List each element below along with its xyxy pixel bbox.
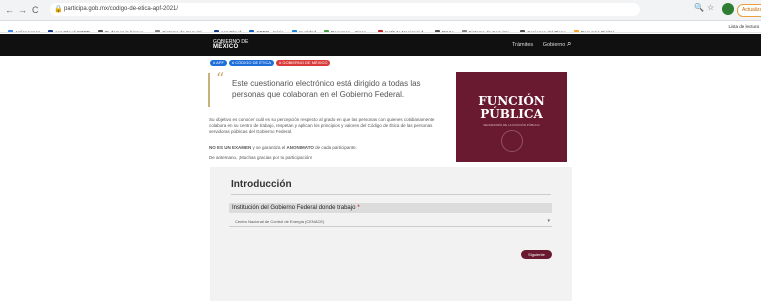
forward-button[interactable]: → <box>18 4 27 16</box>
update-button[interactable]: Actualizar <box>737 4 761 17</box>
star-icon[interactable]: ☆ <box>707 3 714 12</box>
bookmark-label: Igualdad <box>298 30 316 33</box>
next-button[interactable]: Siguiente <box>521 250 552 259</box>
zoom-icon[interactable]: 🔍 <box>694 3 704 12</box>
bookmark-item[interactable]: servCloud <box>214 27 242 33</box>
lock-icon: 🔒 <box>54 6 63 13</box>
chevron-down-icon: ▾ <box>547 218 550 224</box>
reload-button[interactable]: C <box>32 4 39 16</box>
banner-line2: PÚBLICA <box>480 107 543 121</box>
bookmark-favicon-icon <box>291 30 297 32</box>
bookmark-label: Instituto Nacional d... <box>384 30 427 33</box>
bookmark-favicon-icon <box>155 30 161 32</box>
notice-strong1: NO ES UN EXAMEN <box>209 145 252 150</box>
question-label: Institución del Gobierno Federal donde t… <box>232 204 360 212</box>
banner-line3: SECRETARÍA DE LA FUNCIÓN PÚBLICA <box>483 123 540 127</box>
bookmark-label: Te damos la bienve... <box>104 30 148 33</box>
bookmark-item[interactable]: Recursos – Cisco... <box>323 27 370 33</box>
intro-quote: “ Este cuestionario electrónico está dir… <box>208 69 446 107</box>
bookmark-favicon-icon <box>249 30 255 32</box>
question-text: Institución del Gobierno Federal donde t… <box>232 205 356 211</box>
address-url: participa.gob.mx/codigo-de-etica-apf-202… <box>64 6 179 12</box>
bookmark-label: servCloud <box>221 30 242 33</box>
bookmark-item[interactable]: Sistema de Seguimi... <box>461 27 513 33</box>
bookmark-label: CBPO - Inicio <box>256 30 284 33</box>
section-title: Introducción <box>231 179 292 190</box>
browser-toolbar: ← → C 🔒 participa.gob.mx/codigo-de-etica… <box>0 0 761 21</box>
institution-select[interactable]: Centro Nacional de Control de Energía (C… <box>229 217 552 227</box>
tag-apf[interactable]: # APF <box>210 60 227 66</box>
bookmark-item[interactable]: Igualdad <box>291 27 316 33</box>
notice-end: de cada participante. <box>313 145 357 150</box>
notice-mid: y se garantiza el <box>251 145 287 150</box>
select-value: Centro Nacional de Control de Energía (C… <box>235 219 325 224</box>
bookmark-favicon-icon <box>573 30 579 32</box>
tag-gobierno[interactable]: # GOBIERNO DE MÉXICO <box>276 60 331 66</box>
quote-text: Este cuestionario electrónico está dirig… <box>232 79 421 99</box>
required-mark: * <box>357 205 360 211</box>
bookmark-favicon-icon <box>377 30 383 32</box>
bookmark-label: Aplicaciones <box>15 30 41 33</box>
tag-codigo-etica[interactable]: # CÓDIGO DE ÉTICA <box>228 60 275 66</box>
logo-line2: MÉXICO <box>213 44 239 50</box>
nav-gobierno[interactable]: Gobierno <box>543 42 566 48</box>
bookmark-item[interactable]: Sesiones del Pleno <box>520 27 566 33</box>
nav-tramites[interactable]: Trámites <box>512 42 533 48</box>
back-button[interactable]: ← <box>5 4 14 16</box>
bookmark-favicon-icon <box>8 30 13 32</box>
reading-list-button[interactable]: Lista de lectura <box>724 21 759 32</box>
bookmark-favicon-icon <box>214 30 220 32</box>
bookmark-label: servCloud CORP <box>55 30 90 33</box>
site-header: GOBIERNO DE MÉXICO Trámites Gobierno ⌕ <box>0 34 761 56</box>
bookmark-item[interactable]: Denuncia Digital <box>573 27 614 33</box>
bookmark-label: Sistema de Seguimi... <box>468 30 513 33</box>
bookmark-item[interactable]: PAVH <box>434 27 454 33</box>
bookmark-label: PAVH <box>441 30 454 33</box>
bookmark-favicon-icon <box>434 30 440 32</box>
title-divider <box>231 194 551 195</box>
questionnaire-card: Introducción Institución del Gobierno Fe… <box>210 167 572 301</box>
bookmark-item[interactable]: Aplicaciones <box>8 27 41 33</box>
quote-icon: “ <box>216 69 225 88</box>
thanks-text: De antemano, ¡Muchas gracias por tu part… <box>209 155 313 160</box>
bookmark-item[interactable]: Sistema de Seguimi... <box>155 27 207 33</box>
bookmark-label: Recursos – Cisco... <box>330 30 370 33</box>
address-bar[interactable]: 🔒 participa.gob.mx/codigo-de-etica-apf-2… <box>50 3 640 16</box>
bookmark-item[interactable]: Te damos la bienve... <box>97 27 148 33</box>
search-icon[interactable]: ⌕ <box>567 39 571 49</box>
bookmark-favicon-icon <box>323 30 329 32</box>
bookmark-favicon-icon <box>48 30 54 32</box>
notice-strong2: ANONIMATO <box>286 145 314 150</box>
funcion-publica-banner: FUNCIÓN PÚBLICA SECRETARÍA DE LA FUNCIÓN… <box>456 72 567 162</box>
bookmark-item[interactable]: CBPO - Inicio <box>249 27 284 33</box>
bookmark-item[interactable]: servCloud CORP <box>48 27 90 33</box>
bookmark-label: Sistema de Seguimi... <box>162 30 207 33</box>
gobierno-logo[interactable]: GOBIERNO DE MÉXICO <box>213 40 248 51</box>
bookmark-label: Denuncia Digital <box>580 30 614 33</box>
bookmark-favicon-icon <box>520 30 526 32</box>
site-nav: Trámites Gobierno <box>512 42 573 48</box>
bookmarks-bar: Aplicaciones servCloud CORP Te damos la bi… <box>0 21 761 33</box>
profile-avatar[interactable] <box>722 3 734 15</box>
bookmark-favicon-icon <box>97 30 103 32</box>
seal-icon <box>501 130 523 152</box>
anonymity-notice: NO ES UN EXAMEN y se garantiza el ANONIM… <box>209 145 447 151</box>
intro-paragraph: Su objetivo es conocer cuál es su percep… <box>209 117 435 134</box>
bookmark-favicon-icon <box>461 30 467 32</box>
bookmark-item[interactable]: Instituto Nacional d... <box>377 27 427 33</box>
question-header: Institución del Gobierno Federal donde t… <box>229 203 552 213</box>
bookmark-label: Sesiones del Pleno <box>527 30 566 33</box>
